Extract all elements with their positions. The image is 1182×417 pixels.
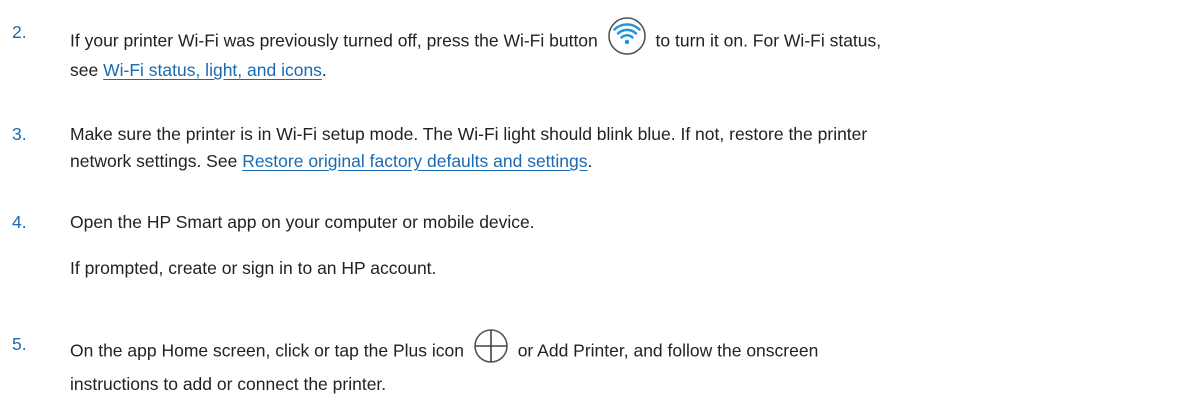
step-text-part: If your printer Wi-Fi was previously tur… <box>70 30 598 51</box>
step-number: 2. <box>12 22 27 42</box>
step-text-part: network settings. See <box>70 151 238 171</box>
wifi-button-icon <box>607 16 647 64</box>
step-text-line2: instructions to add or connect the print… <box>70 374 387 394</box>
step-text-part: see <box>70 60 99 80</box>
step-text: Make sure the printer is in Wi-Fi setup … <box>70 124 868 144</box>
step-text: On the app Home screen, click or tap the… <box>70 328 819 374</box>
setup-steps: 2. If your printer Wi-Fi was previously … <box>0 0 1182 417</box>
step-text-part: On the app Home screen, click or tap the… <box>70 340 464 361</box>
step-text-line2: see Wi-Fi status, light, and icons. <box>70 56 327 84</box>
step-text-line2: network settings. See Restore original f… <box>70 147 592 175</box>
step-number: 3. <box>12 124 27 144</box>
restore-defaults-link[interactable]: Restore original factory defaults and se… <box>242 151 587 171</box>
step-text-part: . <box>587 151 593 171</box>
step-text: Open the HP Smart app on your computer o… <box>70 212 535 232</box>
step-number: 4. <box>12 212 27 232</box>
step-text-line2: If prompted, create or sign in to an HP … <box>70 258 437 278</box>
step-text-part: or Add Printer, and follow the onscreen <box>517 340 819 361</box>
step-number: 5. <box>12 334 27 354</box>
step-text-part: . <box>321 60 327 80</box>
step-text-part: to turn it on. For Wi-Fi status, <box>655 30 882 51</box>
wifi-status-link[interactable]: Wi-Fi status, light, and icons <box>103 60 322 80</box>
plus-circle-icon <box>473 328 509 372</box>
